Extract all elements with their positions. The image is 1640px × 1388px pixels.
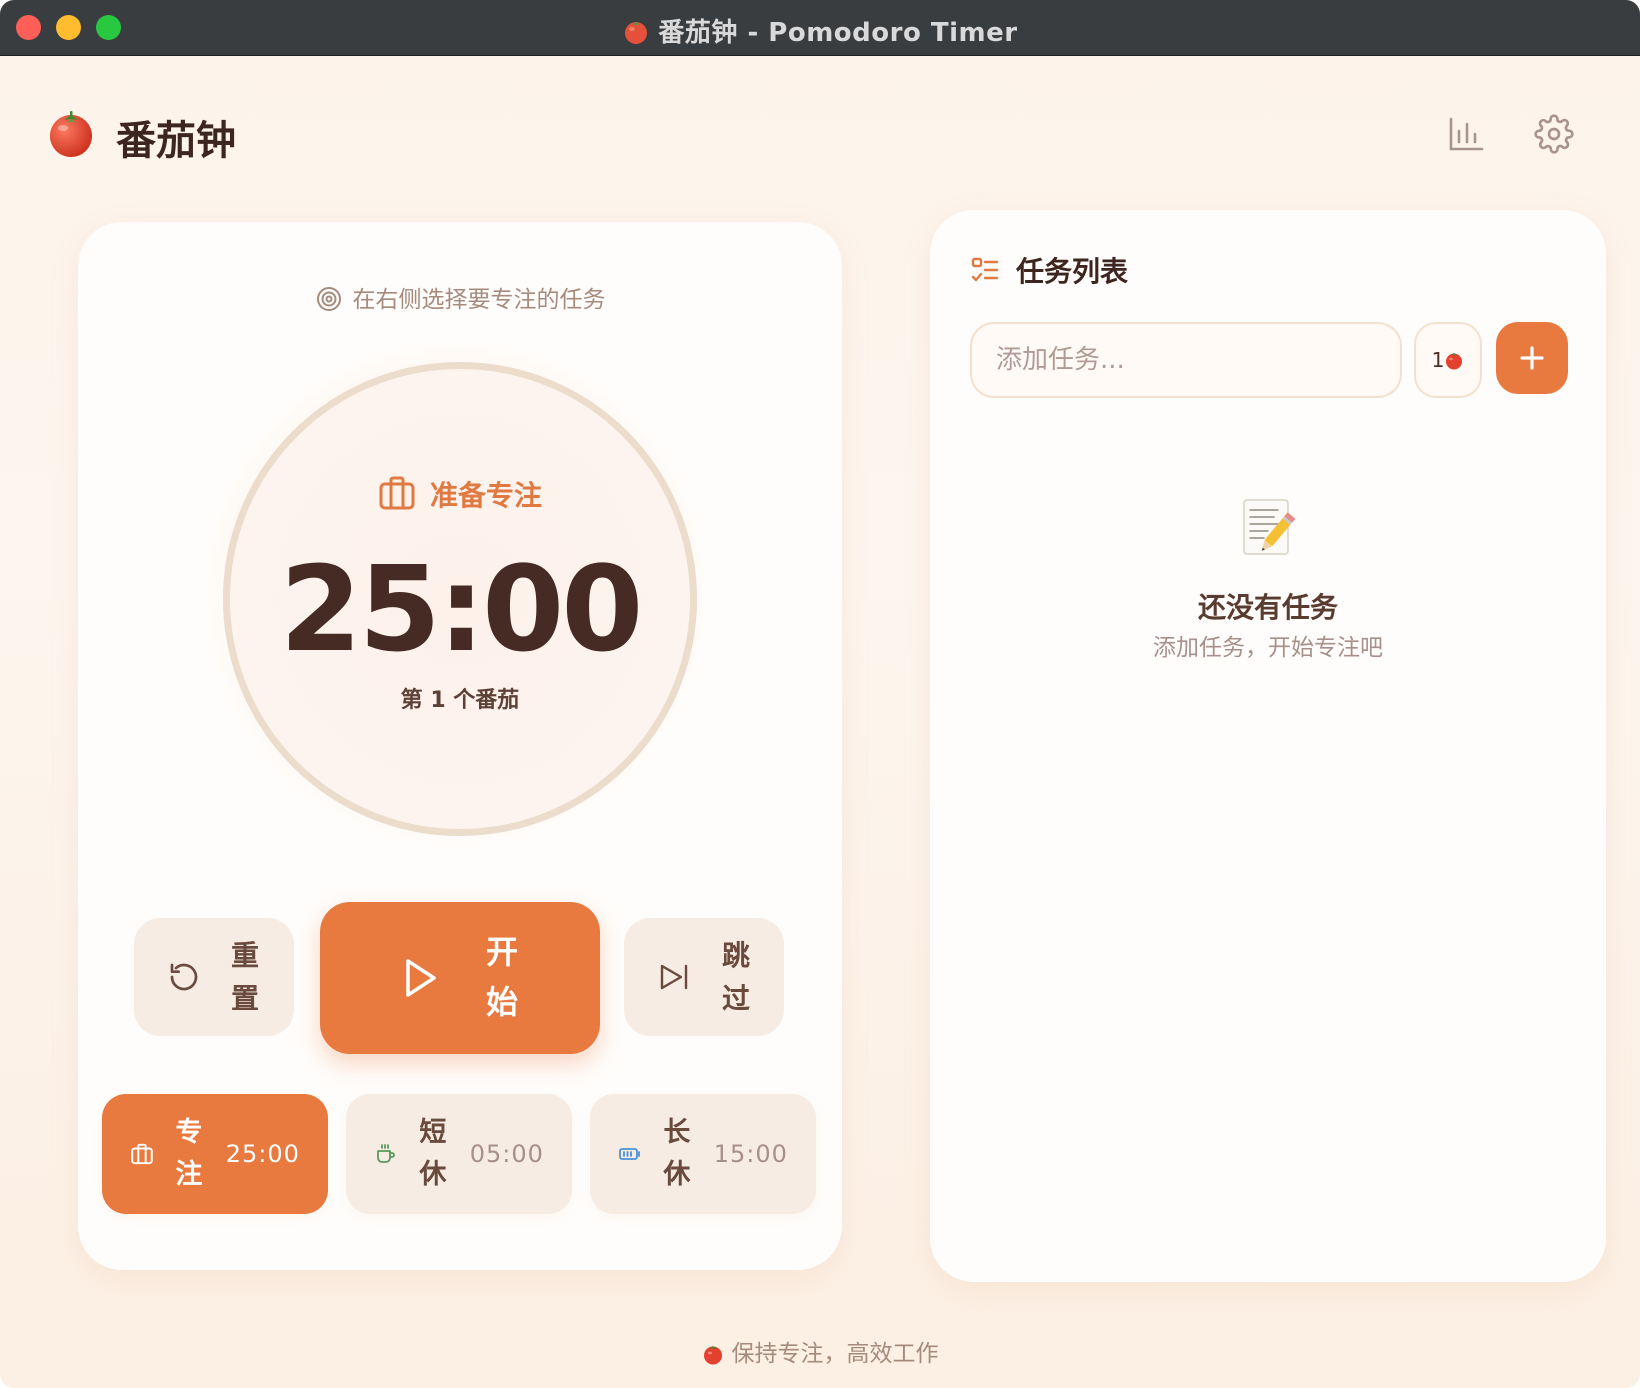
- footer-text: 保持专注，高效工作: [731, 1341, 939, 1367]
- target-icon: [316, 287, 341, 311]
- briefcase-icon: [379, 476, 415, 510]
- empty-state-subtitle: 添加任务，开始专注吧: [1153, 635, 1383, 661]
- reset-button[interactable]: 重置: [134, 918, 294, 1036]
- add-task-button[interactable]: [1496, 322, 1568, 394]
- bar-chart-icon: [1449, 117, 1484, 151]
- mode-short-break-label: 短休: [419, 1117, 447, 1190]
- footer: 保持专注，高效工作: [0, 1334, 1640, 1368]
- checklist-icon: [971, 257, 999, 282]
- window-title-text: 番茄钟 - Pomodoro Timer: [658, 18, 1018, 48]
- title-bar: 番茄钟 - Pomodoro Timer: [0, 0, 1640, 56]
- task-input[interactable]: [970, 322, 1402, 398]
- plus-icon: [1520, 346, 1544, 370]
- pomodoro-round: 第 1 个番茄: [400, 688, 520, 713]
- task-list-title: 任务列表: [1016, 255, 1129, 288]
- gear-icon: [1534, 114, 1574, 154]
- app-title: 番茄钟: [116, 118, 236, 164]
- empty-state-title: 还没有任务: [1197, 591, 1338, 624]
- time-display: 25:00: [279, 540, 644, 678]
- focus-hint-text: 在右侧选择要专注的任务: [352, 287, 606, 313]
- play-icon: [406, 959, 437, 997]
- skip-forward-icon: [660, 964, 687, 990]
- mode-focus-time: 25:00: [225, 1140, 300, 1168]
- start-label: 开始: [485, 933, 518, 1021]
- tomato-icon: [1446, 353, 1463, 370]
- mode-long-break-button[interactable]: 长休 15:00: [590, 1094, 816, 1214]
- statistics-button[interactable]: [1440, 108, 1492, 160]
- timer-status-text: 准备专注: [429, 479, 542, 512]
- start-button[interactable]: 开始: [320, 902, 600, 1054]
- timer-status: 准备专注: [78, 474, 842, 514]
- reset-label: 重置: [230, 938, 259, 1015]
- tomato-icon: [625, 22, 648, 44]
- tomato-icon: [703, 1346, 722, 1365]
- skip-label: 跳过: [721, 938, 750, 1015]
- app-window: 番茄钟 - Pomodoro Timer 番茄钟 在右侧选择要专注的任务 准备专…: [0, 0, 1640, 1388]
- memo-pencil-icon: [1243, 499, 1296, 555]
- mode-long-break-label: 长休: [663, 1117, 691, 1190]
- window-title: 番茄钟 - Pomodoro Timer: [0, 12, 1640, 49]
- pomodoro-count-value: 1: [1431, 348, 1445, 372]
- mode-long-break-time: 15:00: [713, 1140, 788, 1168]
- coffee-cup-icon: [377, 1144, 395, 1163]
- mode-short-break-time: 05:00: [469, 1140, 544, 1168]
- task-list-card: 任务列表 1 还没: [930, 210, 1606, 1282]
- task-list-header: 任务列表: [970, 250, 1128, 290]
- briefcase-icon: [131, 1143, 153, 1165]
- skip-button[interactable]: 跳过: [624, 918, 784, 1036]
- battery-icon: [619, 1148, 640, 1160]
- tomato-logo-icon: [50, 111, 92, 157]
- mode-focus-button[interactable]: 专注 25:00: [102, 1094, 328, 1214]
- focus-task-hint: 在右侧选择要专注的任务: [78, 280, 842, 314]
- reset-icon: [170, 963, 197, 991]
- pomodoro-count-selector[interactable]: 1: [1414, 322, 1482, 398]
- settings-button[interactable]: [1528, 108, 1580, 160]
- mode-short-break-button[interactable]: 短休 05:00: [346, 1094, 572, 1214]
- timer-card: 在右侧选择要专注的任务 准备专注 25:00 第 1 个番茄 重置 开始 跳过 …: [78, 222, 842, 1270]
- mode-focus-label: 专注: [175, 1117, 203, 1190]
